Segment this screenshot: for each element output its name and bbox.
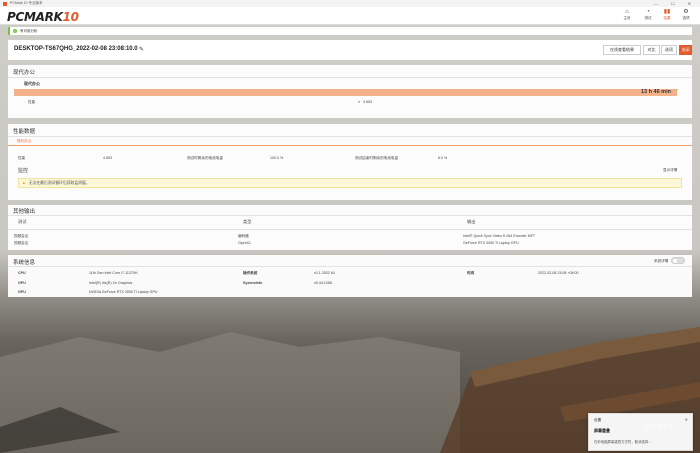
sysinfo-value: 11th Gen Intel Core i7-11370H [89, 271, 138, 275]
home-icon: ⌂ [625, 9, 629, 15]
close-button[interactable]: 关闭 [679, 45, 692, 55]
system-details-toggle[interactable] [671, 257, 685, 264]
sysinfo-value: v2.1.2532 64 [314, 271, 335, 275]
window-controls[interactable]: — ☐ ✕ [654, 1, 697, 6]
sysinfo-key: SystemInfo [243, 281, 263, 285]
cell-label: 测试结束时剩余的电池电量 [355, 156, 399, 160]
toggle-knob [673, 259, 677, 263]
nav-options[interactable]: ⚙ 选项 [678, 9, 694, 24]
tab-underline [8, 145, 692, 146]
result-name: DESKTOP-TS67QHG_2022-02-08 23:08:10.0 [14, 46, 138, 52]
check-circle-icon: ✓ [675, 88, 680, 94]
table-cell: 编码器 [238, 234, 249, 238]
perf-label: 性能 [28, 100, 36, 104]
cell-value: 6.0 % [438, 156, 448, 160]
nav-home[interactable]: ⌂ 主页 [619, 9, 635, 24]
sysinfo-key: 操作系统 [243, 271, 258, 275]
analysis-notice[interactable]: ✓ 有可用分析 [8, 27, 692, 35]
monitor-title: 监控 [18, 168, 29, 174]
divider [8, 77, 692, 78]
gear-icon: ⚙ [683, 9, 689, 15]
toast-body: 在你电脑屏幕重叠方式时，取消选择… [594, 440, 652, 444]
app-icon [3, 1, 7, 6]
window-titlebar: PCMark 10 专业版本 — ☐ ✕ [0, 0, 700, 7]
cell-value: 4 653 [103, 156, 112, 160]
gauge-icon: ◔ [646, 9, 650, 15]
bar-label: 现代办公 [24, 81, 40, 86]
nav-results[interactable]: ▮▮ 结果 [659, 9, 675, 24]
system-info-title: 系统信息 [13, 260, 36, 266]
perf-data-title: 性能数据 [13, 129, 36, 135]
sysinfo-key: GPU [18, 281, 26, 285]
monitor-warning: ▲ 无法在最后测试循环后获取监测值。 [18, 178, 682, 188]
col-header: 测试 [18, 219, 27, 224]
sysinfo-key: 时间 [467, 271, 475, 275]
divider [8, 266, 692, 267]
window-title: PCMark 10 专业版本 [10, 1, 43, 5]
table-cell: GeForce RTX 3050 Ti Laptop GPU [463, 241, 519, 245]
check-icon: ✓ [13, 29, 17, 33]
divider [8, 136, 692, 137]
options-button[interactable]: 选项 [661, 45, 677, 55]
pcmark-logo: PCMARK10 [7, 10, 79, 24]
table-cell: Intel® Quick Sync Video H.264 Encoder MF… [463, 234, 536, 238]
show-details-link[interactable]: 显示详情 [663, 168, 677, 173]
other-output-panel [8, 205, 692, 250]
test-duration: 13 h 46 min [641, 89, 671, 95]
cell-label: 测试时剩余的电池电量 [187, 156, 223, 160]
table-cell: OpenCL [238, 241, 252, 245]
warning-text: 无法在最后测试循环后获取监测值。 [28, 181, 90, 185]
perf-value: 4 653 [363, 100, 372, 104]
watermark: yesky [644, 420, 676, 433]
col-header: 输出 [467, 219, 476, 224]
cell-label: 性能 [18, 156, 26, 160]
sysinfo-key: GPU [18, 290, 26, 294]
cell-value: 100.0 % [270, 156, 284, 160]
edit-icon[interactable]: ✎ [139, 46, 144, 53]
bar-chart-icon: ▮▮ [663, 9, 671, 15]
col-header: 类型 [243, 219, 252, 224]
app-header: PCMARK10 ⌂ 主页 ◔ 测试 ▮▮ 结果 ⚙ 选项 [0, 7, 700, 25]
compare-button[interactable]: 对比 [643, 45, 660, 55]
close-icon[interactable]: ✕ [685, 417, 688, 422]
settings-toast[interactable]: 设置 ✕ 屏幕重叠 在你电脑屏幕重叠方式时，取消选择… [588, 413, 693, 451]
other-output-title: 其他输出 [13, 209, 36, 215]
nav-tests[interactable]: ◔ 测试 [640, 9, 656, 24]
test-progress-bar [14, 89, 677, 96]
sysinfo-value: v5.44.1058 [314, 281, 332, 285]
sysinfo-value: Intel(R) Iris(R) Xe Graphics [89, 281, 133, 285]
sysinfo-value: NVIDIA GeForce RTX 3050 Ti Laptop GPU [89, 290, 158, 294]
table-cell: 视频会议 [14, 241, 29, 245]
warning-icon: ▲ [22, 181, 26, 185]
divider [8, 215, 692, 216]
toast-title: 屏幕重叠 [594, 428, 610, 433]
score-icon: ● [358, 100, 361, 104]
table-cell: 视频会议 [14, 234, 29, 238]
sysinfo-key: CPU [18, 271, 26, 275]
view-online-button[interactable]: 在线查看结果 [603, 45, 641, 55]
system-details-label: 系统详情 [654, 259, 669, 263]
sysinfo-value: 2022-02-08 23:08 +08:00 [538, 271, 579, 275]
result-bar: DESKTOP-TS67QHG_2022-02-08 23:08:10.0 ✎ … [8, 40, 692, 60]
toast-app: 设置 [594, 418, 602, 422]
divider [8, 229, 692, 230]
tab-modern-office[interactable]: 现代办公 [17, 139, 31, 144]
modern-office-title: 现代办公 [13, 70, 36, 76]
notice-text: 有可用分析 [20, 28, 38, 33]
